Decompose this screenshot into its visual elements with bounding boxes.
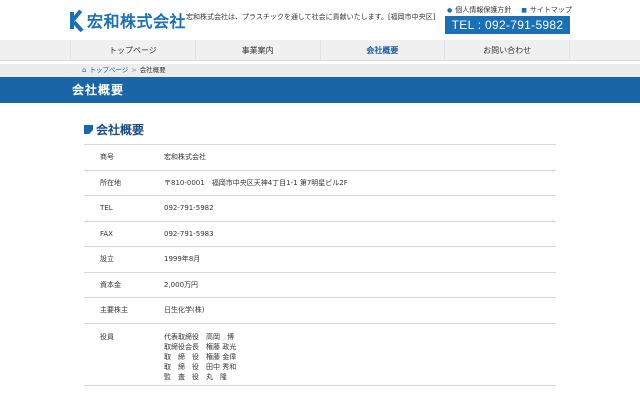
nav-item-company[interactable]: 会社概要 xyxy=(319,40,445,61)
row-value-tel: 092-791-5982 xyxy=(164,204,214,213)
row-key-shareholder: 主要株主 xyxy=(100,306,128,315)
company-info-table: 商号 宏和株式会社 所在地 〒810-0001 福岡市中央区天神4丁目1-1 第… xyxy=(84,144,556,386)
row-key-officers: 役員 xyxy=(100,332,114,341)
tel-banner[interactable]: TEL : 092-791-5982 xyxy=(445,16,570,34)
table-row: 主要株主 日生化学(株) xyxy=(84,298,556,324)
logo-k-icon xyxy=(70,9,84,32)
row-value-officers: 代表取締役 高岡 博 取締役会長 権藤 政光 取 締 役 権藤 金偉 取 締 役… xyxy=(164,332,556,385)
row-key-founded: 設立 xyxy=(100,255,114,264)
site-header: 宏和株式会社 宏和株式会社は、プラスチックを通して社会に貢献いたします。[福岡市… xyxy=(0,0,640,40)
table-row: 設立 1999年8月 xyxy=(84,247,556,273)
row-key-capital: 資本金 xyxy=(100,280,121,289)
officer-line: 監 査 役 丸 隆 xyxy=(164,372,227,381)
table-row: 役員 代表取締役 高岡 博 取締役会長 権藤 政光 取 締 役 権藤 金偉 取 … xyxy=(84,324,556,386)
header-tagline: 宏和株式会社は、プラスチックを通して社会に貢献いたします。[福岡市中央区] xyxy=(186,13,436,21)
row-value-address: 〒810-0001 福岡市中央区天神4丁目1-1 第7明星ビル2F xyxy=(164,178,348,187)
table-row: 商号 宏和株式会社 xyxy=(84,145,556,171)
table-row: 資本金 2,000万円 xyxy=(84,273,556,298)
row-key-fax: FAX xyxy=(100,229,113,238)
sitemap-link[interactable]: ■ サイトマップ xyxy=(521,5,572,15)
logo-text: 宏和株式会社 xyxy=(87,12,187,31)
row-value-name: 宏和株式会社 xyxy=(164,153,206,162)
row-value-capital: 2,000万円 xyxy=(164,280,199,289)
row-value-shareholder: 日生化学(株) xyxy=(164,306,205,315)
nav-item-business[interactable]: 事業案内 xyxy=(194,40,320,61)
nav-item-top[interactable]: トップページ xyxy=(70,40,195,61)
breadcrumb-home-link[interactable]: トップページ xyxy=(89,64,128,77)
home-icon: ⌂ xyxy=(82,66,87,74)
sitemap-icon: ■ xyxy=(521,6,527,14)
document-icon xyxy=(84,125,93,134)
row-key-tel: TEL xyxy=(100,204,113,213)
officer-line: 取 締 役 田中 秀和 xyxy=(164,362,237,371)
table-row: TEL 092-791-5982 xyxy=(84,196,556,222)
sitemap-label: サイトマップ xyxy=(529,6,572,14)
nav-item-contact[interactable]: お問い合わせ xyxy=(444,40,570,61)
section-title: 会社概要 xyxy=(96,123,145,137)
person-icon: ● xyxy=(447,6,453,14)
officer-line: 取 締 役 権藤 金偉 xyxy=(164,352,237,361)
utility-links: ● 個人情報保護方針 ■ サイトマップ xyxy=(447,5,572,15)
row-key-address: 所在地 xyxy=(100,178,121,187)
breadcrumb: ⌂ トップページ > 会社概要 xyxy=(0,64,640,77)
privacy-policy-label: 個人情報保護方針 xyxy=(455,6,512,14)
row-value-fax: 092-791-5983 xyxy=(164,229,214,238)
breadcrumb-current: 会社概要 xyxy=(139,66,166,74)
table-row: FAX 092-791-5983 xyxy=(84,222,556,247)
section-heading: 会社概要 xyxy=(84,121,144,138)
officer-line: 取締役会長 権藤 政光 xyxy=(164,342,237,351)
global-nav: トップページ 事業案内 会社概要 お問い合わせ xyxy=(0,40,640,61)
page-title: 会社概要 xyxy=(72,83,125,97)
privacy-policy-link[interactable]: ● 個人情報保護方針 xyxy=(447,5,511,15)
row-value-founded: 1999年8月 xyxy=(164,255,201,264)
table-row: 所在地 〒810-0001 福岡市中央区天神4丁目1-1 第7明星ビル2F xyxy=(84,171,556,196)
page-title-band: 会社概要 xyxy=(0,77,640,103)
company-logo[interactable]: 宏和株式会社 xyxy=(70,8,186,32)
officer-line: 代表取締役 高岡 博 xyxy=(164,332,234,341)
row-key-name: 商号 xyxy=(100,153,114,162)
breadcrumb-separator: > xyxy=(131,66,137,74)
